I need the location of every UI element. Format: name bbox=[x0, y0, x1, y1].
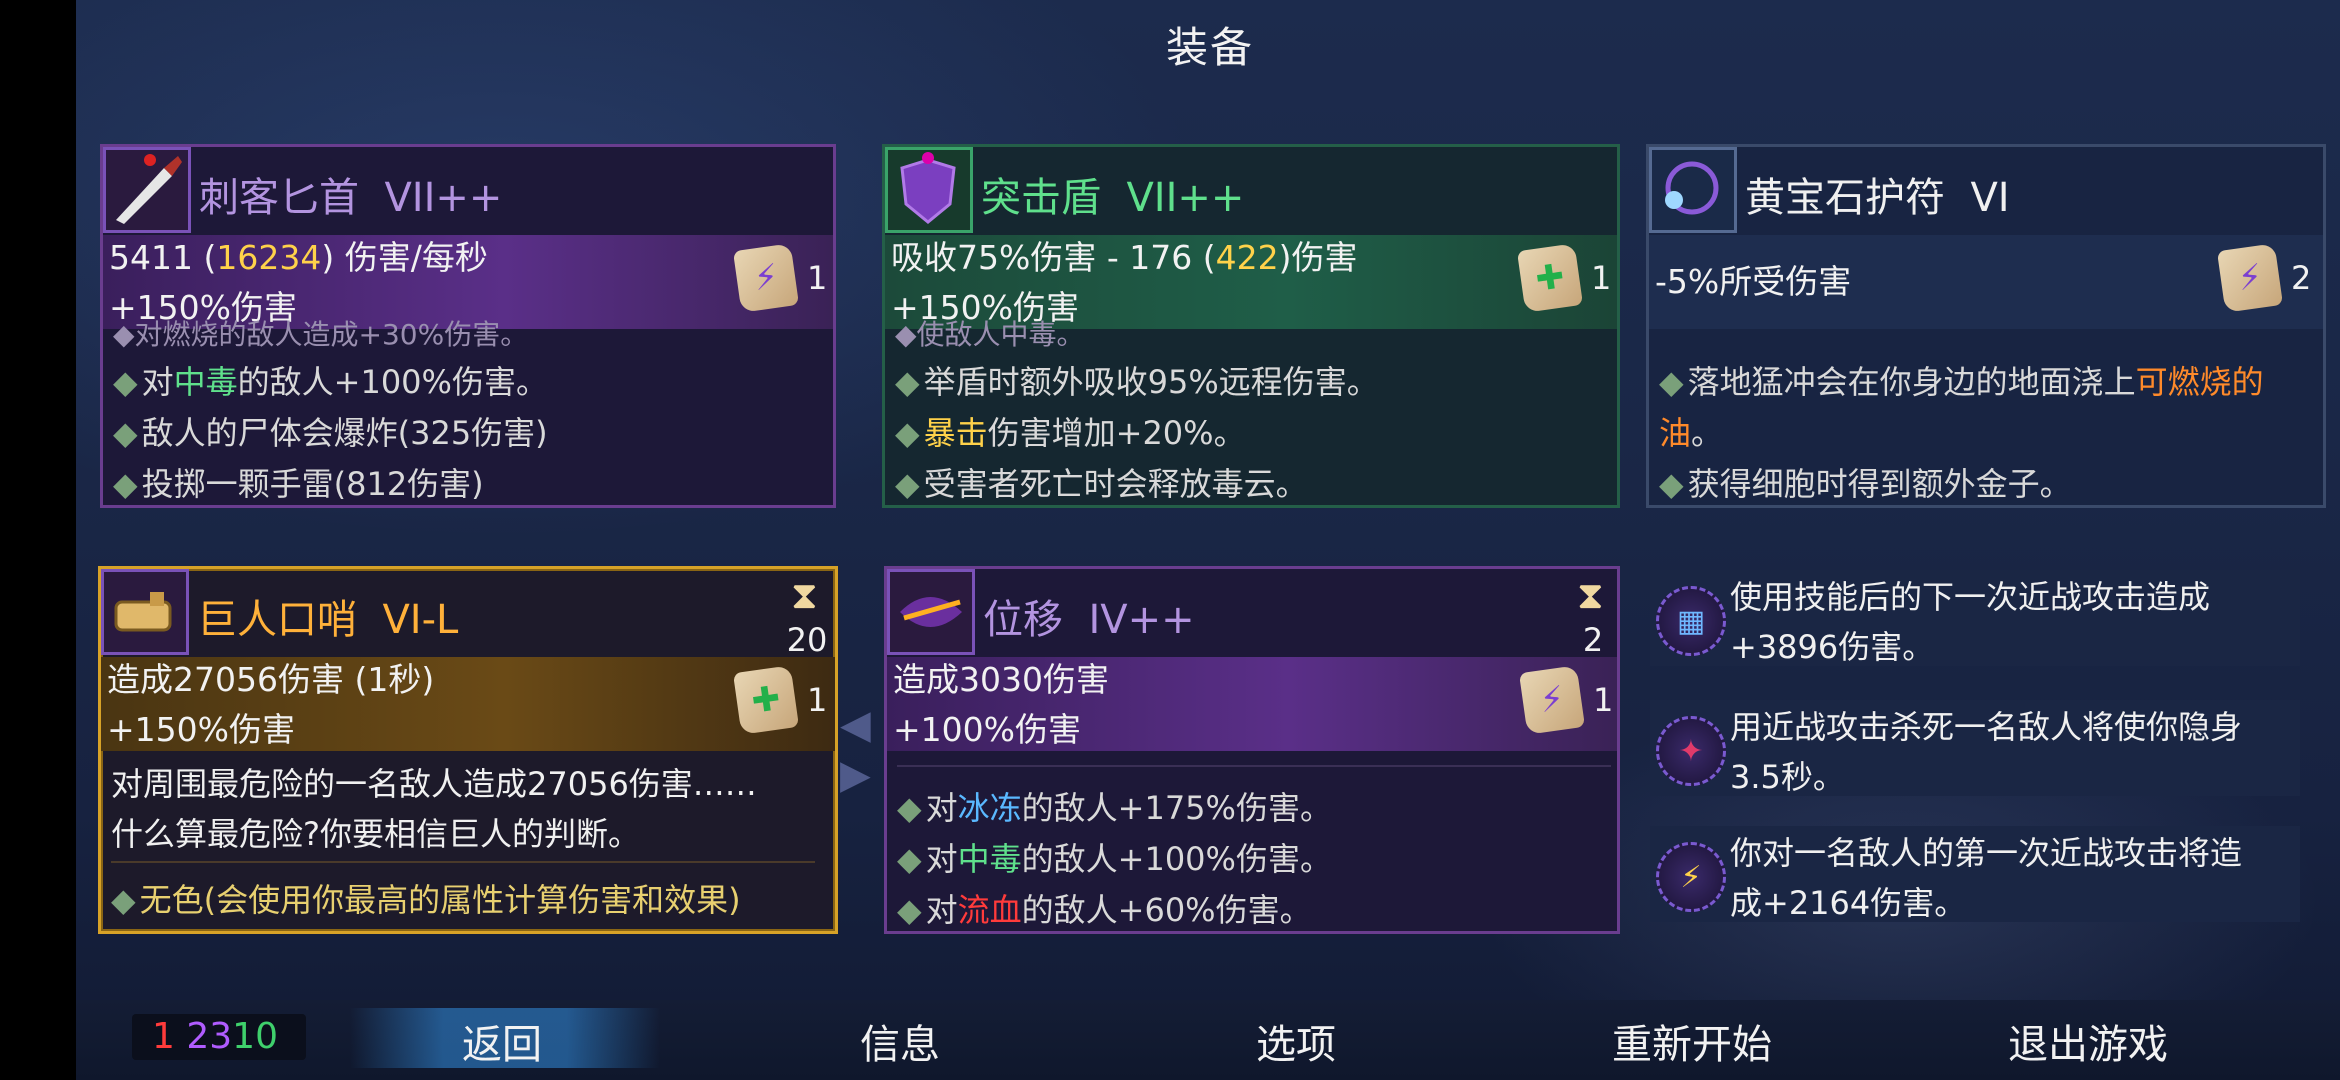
swap-left-arrow-icon[interactable]: ◀ bbox=[840, 702, 871, 748]
screen-left-edge bbox=[0, 0, 76, 1080]
clipped-effect-line: ◆使敌人中毒。 bbox=[895, 318, 1085, 351]
shield-icon bbox=[885, 147, 973, 233]
hourglass-icon: ⧗ bbox=[1577, 573, 1604, 617]
menu-restart-button[interactable]: 重新开始 bbox=[1562, 1012, 1822, 1070]
scroll-count: 1 bbox=[807, 259, 828, 297]
effect-line: ◆ 对流血的敌人+60%伤害。 bbox=[897, 891, 1312, 929]
menu-back-button[interactable]: 返回 bbox=[372, 1012, 632, 1070]
scroll-icon: ⚡ bbox=[732, 243, 800, 313]
whistle-icon bbox=[101, 569, 189, 655]
swap-right-arrow-icon[interactable]: ▶ bbox=[840, 752, 871, 798]
item-name: 黄宝石护符 VI bbox=[1745, 175, 2010, 221]
cooldown-value: 20 bbox=[786, 621, 828, 659]
perk-slot-3[interactable]: ⚡ 你对一名敌人的第一次近战攻击将造 成+2164伤害。 bbox=[1650, 826, 2300, 922]
defense-stat: -5%所受伤害 bbox=[1655, 262, 1852, 301]
skill-card-phaser[interactable]: 位移 IV++ ⧗ 2 造成3030伤害 +100%伤害 ⚡ 1 ◆ 对冰冻的敌人… bbox=[884, 566, 1620, 934]
effect-line: ◆ 敌人的尸体会爆炸(325伤害) bbox=[113, 414, 548, 452]
scroll-icon: ✚ bbox=[1516, 243, 1584, 313]
assassin-perk-icon: ✦ bbox=[1656, 716, 1726, 786]
effect-line: ◆ 对中毒的敌人+100%伤害。 bbox=[897, 840, 1332, 878]
survival-stat: 10 bbox=[232, 1016, 278, 1057]
perk-description: 用近战攻击杀死一名敌人将使你隐身 3.5秒。 bbox=[1730, 708, 2243, 796]
description-line: 什么算最危险?你要相信巨人的判断。 bbox=[111, 815, 640, 853]
effect-line: ◆ 举盾时额外吸收95%远程伤害。 bbox=[895, 363, 1379, 401]
dagger-icon bbox=[103, 147, 191, 233]
absorb-stat: 吸收75%伤害 - 176 (422)伤害 bbox=[891, 238, 1358, 277]
damage-bonus: +100%伤害 bbox=[893, 710, 1081, 749]
item-name: 位移 IV++ bbox=[983, 597, 1195, 643]
page-title: 装备 bbox=[1165, 23, 1254, 72]
stat-counter: 1 2310 bbox=[132, 1014, 306, 1060]
scroll-icon: ✚ bbox=[732, 665, 800, 735]
scroll-count: 2 bbox=[2291, 259, 2312, 297]
weapon-card-assault-shield[interactable]: 突击盾 VII++ 吸收75%伤害 - 176 (422)伤害 +150%伤害 … bbox=[882, 144, 1620, 508]
amulet-icon bbox=[1649, 147, 1737, 233]
perk-description: 你对一名敌人的第一次近战攻击将造 成+2164伤害。 bbox=[1730, 834, 2243, 922]
skill-card-giant-whistle[interactable]: 巨人口哨 VI-L ⧗ 20 造成27056伤害 (1秒) +150%伤害 ✚ … bbox=[98, 566, 838, 934]
weapon-card-assassin-dagger[interactable]: 刺客匕首 VII++ 5411 (16234) 伤害/每秒 +150%伤害 ⚡ … bbox=[100, 144, 836, 508]
menu-options-button[interactable]: 选项 bbox=[1166, 1012, 1426, 1070]
amulet-card-topaz[interactable]: 黄宝石护符 VI -5%所受伤害 ⚡ 2 ◆ 落地猛冲会在你身边的地面浇上可燃烧的… bbox=[1646, 144, 2326, 508]
phase-icon bbox=[887, 569, 975, 655]
rune-scroll-icon: ▦ bbox=[1656, 586, 1726, 656]
effect-line: ◆ 落地猛冲会在你身边的地面浇上可燃烧的 bbox=[1659, 363, 2264, 401]
effect-line: ◆ 对冰冻的敌人+175%伤害。 bbox=[897, 789, 1332, 827]
item-name: 刺客匕首 VII++ bbox=[199, 175, 503, 221]
scroll-icon: ⚡ bbox=[2216, 243, 2284, 313]
effect-line: ◆ 投掷一颗手雷(812伤害) bbox=[113, 465, 484, 503]
colorless-note: ◆ 无色(会使用你最高的属性计算伤害和效果) bbox=[111, 881, 741, 919]
effect-line: ◆ 对中毒的敌人+100%伤害。 bbox=[113, 363, 548, 401]
effect-line-cont: 油。 bbox=[1659, 414, 1724, 452]
menu-info-button[interactable]: 信息 bbox=[770, 1012, 1030, 1070]
perk-slot-1[interactable]: ▦ 使用技能后的下一次近战攻击造成 +3896伤害。 bbox=[1650, 570, 2300, 666]
damage-stat: 造成27056伤害 (1秒) bbox=[107, 660, 435, 699]
scroll-icon: ⚡ bbox=[1518, 665, 1586, 735]
damage-bonus: +150%伤害 bbox=[107, 710, 295, 749]
effect-line: ◆ 获得细胞时得到额外金子。 bbox=[1659, 465, 2072, 503]
damage-stat: 5411 (16234) 伤害/每秒 bbox=[109, 238, 488, 277]
scroll-count: 1 bbox=[1593, 681, 1614, 719]
scroll-count: 1 bbox=[807, 681, 828, 719]
cooldown-value: 2 bbox=[1582, 621, 1604, 659]
effect-line: ◆ 受害者死亡时会释放毒云。 bbox=[895, 465, 1308, 503]
item-name: 突击盾 VII++ bbox=[981, 175, 1245, 221]
brutality-stat: 1 bbox=[152, 1016, 175, 1057]
lightning-perk-icon: ⚡ bbox=[1656, 842, 1726, 912]
damage-stat: 造成3030伤害 bbox=[893, 660, 1109, 699]
tactics-stat: 23 bbox=[186, 1016, 233, 1057]
clipped-effect-line: ◆对燃烧的敌人造成+30%伤害。 bbox=[113, 318, 529, 351]
scroll-count: 1 bbox=[1591, 259, 1612, 297]
menu-quit-button[interactable]: 退出游戏 bbox=[1958, 1012, 2218, 1070]
divider bbox=[111, 861, 815, 863]
divider bbox=[897, 765, 1611, 767]
hourglass-icon: ⧗ bbox=[791, 573, 818, 617]
perk-slot-2[interactable]: ✦ 用近战攻击杀死一名敌人将使你隐身 3.5秒。 bbox=[1650, 700, 2300, 796]
perk-description: 使用技能后的下一次近战攻击造成 +3896伤害。 bbox=[1730, 578, 2211, 666]
pause-screen: 装备 刺客匕首 VII++ 5411 (16234) 伤害/每秒 +150%伤害… bbox=[0, 0, 2340, 1080]
description-line: 对周围最危险的一名敌人造成27056伤害…… bbox=[111, 765, 757, 803]
item-name: 巨人口哨 VI-L bbox=[197, 597, 459, 643]
effect-line: ◆ 暴击伤害增加+20%。 bbox=[895, 414, 1246, 452]
